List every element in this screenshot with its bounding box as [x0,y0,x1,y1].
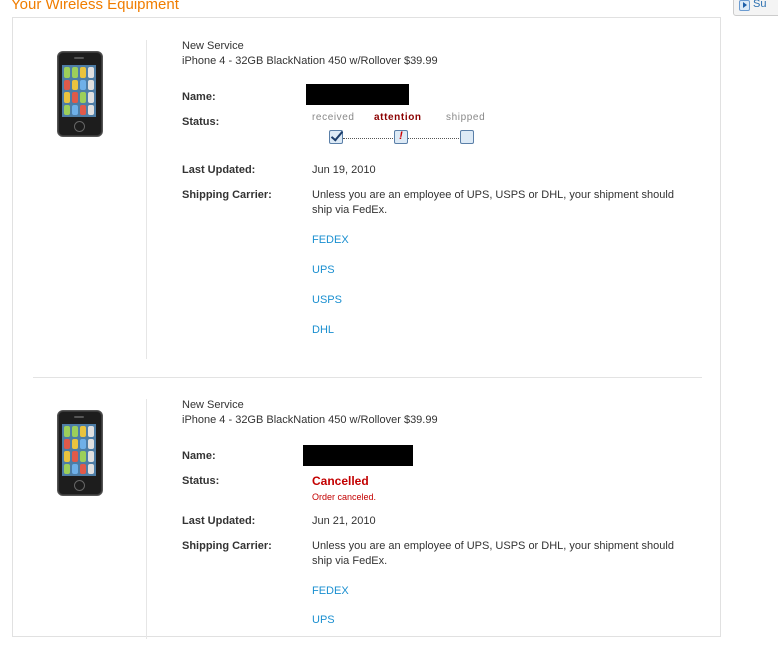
status-step-received: received [312,112,355,123]
checkmark-icon [329,130,343,144]
name-label: Name: [182,91,216,103]
carrier-link-fedex[interactable]: FEDEX [312,585,349,597]
service-type: New Service [182,399,244,411]
column-divider [146,40,147,359]
submit-button-label: Su [753,0,767,10]
status-step-shipped: shipped [446,112,486,123]
service-type: New Service [182,40,244,52]
page-title: Your Wireless Equipment [11,0,179,13]
shipping-carrier-text: Unless you are an employee of UPS, USPS … [312,540,674,567]
carrier-link-ups[interactable]: UPS [312,264,335,276]
redacted-name [306,84,409,105]
column-divider [146,399,147,639]
last-updated-value: Jun 21, 2010 [312,515,376,527]
shipping-carrier-label: Shipping Carrier: [182,540,272,552]
redacted-name [303,445,413,466]
carrier-link-usps[interactable]: USPS [312,294,342,306]
plan-name: iPhone 4 - 32GB BlackNation 450 w/Rollov… [182,55,438,67]
status-label: Status: [182,475,220,487]
status-cancelled: Cancelled [312,474,369,488]
status-step-attention: attention [374,112,422,123]
carrier-link-fedex[interactable]: FEDEX [312,234,349,246]
last-updated-value: Jun 19, 2010 [312,164,376,176]
shipping-carrier-text: Unless you are an employee of UPS, USPS … [312,189,674,216]
iphone-image [57,410,103,496]
shipping-carrier-label: Shipping Carrier: [182,189,272,201]
empty-box-icon [460,130,474,144]
last-updated-label: Last Updated: [182,515,256,527]
equipment-item: New Service iPhone 4 - 32GB BlackNation … [13,18,720,363]
last-updated-label: Last Updated: [182,164,256,176]
item-divider [33,377,702,378]
alert-icon: ! [394,130,408,144]
play-icon [739,0,750,11]
submit-button[interactable]: Su [733,0,778,16]
name-label: Name: [182,450,216,462]
equipment-item: New Service iPhone 4 - 32GB BlackNation … [13,396,720,656]
carrier-link-ups[interactable]: UPS [312,614,335,626]
equipment-panel: New Service iPhone 4 - 32GB BlackNation … [12,17,721,639]
status-label: Status: [182,116,220,128]
carrier-link-dhl[interactable]: DHL [312,324,334,336]
iphone-image [57,51,103,137]
status-note: Order canceled. [312,492,377,502]
plan-name: iPhone 4 - 32GB BlackNation 450 w/Rollov… [182,414,438,426]
